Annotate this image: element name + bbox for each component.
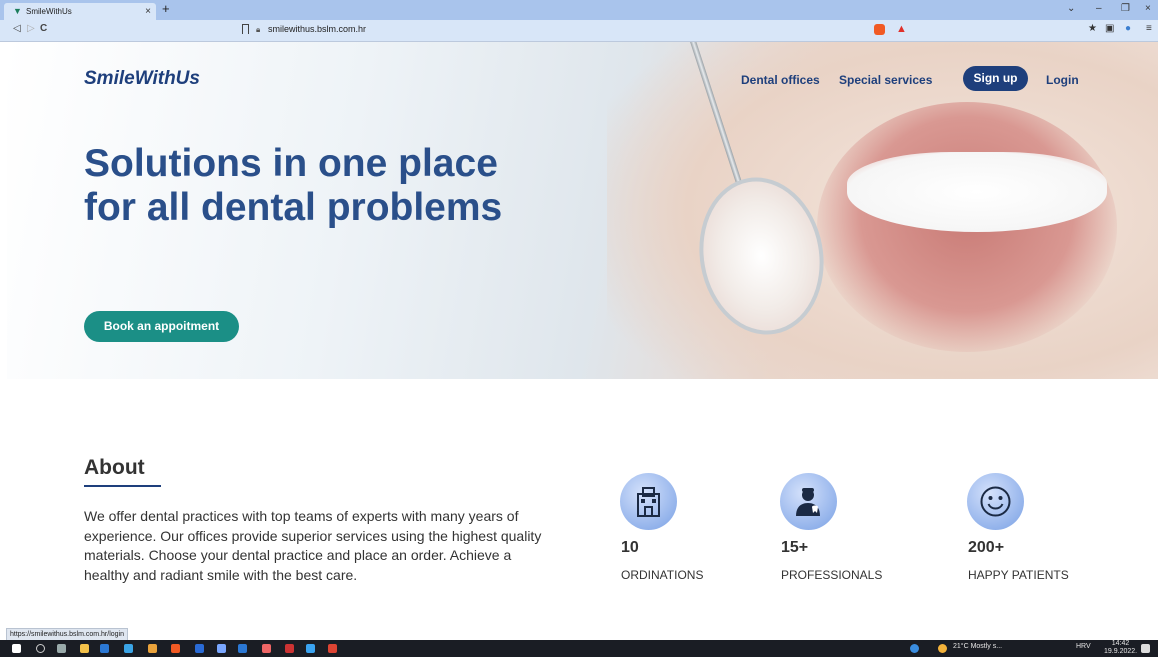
brand-logo[interactable]: SmileWithUs bbox=[84, 68, 200, 90]
pin-icon[interactable]: ★ bbox=[1088, 23, 1097, 34]
clock-date: 19.9.2022. bbox=[1104, 648, 1138, 655]
weather-icon[interactable] bbox=[938, 644, 947, 653]
outlook-icon[interactable] bbox=[100, 644, 109, 653]
window-minimize-button[interactable]: – bbox=[1096, 3, 1102, 14]
forward-button[interactable]: ▷ bbox=[27, 23, 35, 34]
discord-icon[interactable] bbox=[217, 644, 226, 653]
chrome-icon[interactable] bbox=[148, 644, 157, 653]
smiley-icon bbox=[967, 473, 1024, 530]
stat-professionals-label: PROFESSIONALS bbox=[781, 568, 883, 582]
tab-close-icon[interactable]: × bbox=[145, 3, 151, 20]
file-explorer-icon[interactable] bbox=[80, 644, 89, 653]
about-text: We offer dental practices with top teams… bbox=[84, 508, 542, 583]
hero-section: SmileWithUs Dental offices Special servi… bbox=[7, 42, 1158, 379]
dentist-icon bbox=[780, 473, 837, 530]
login-link[interactable]: Login bbox=[1046, 73, 1079, 87]
stat-professionals-value: 15+ bbox=[781, 539, 809, 556]
nav-special-services[interactable]: Special services bbox=[839, 73, 932, 87]
about-underline bbox=[84, 485, 161, 487]
window-close-button[interactable]: × bbox=[1145, 3, 1151, 14]
stat-ordinations-label: ORDINATIONS bbox=[621, 568, 704, 582]
windows-start-icon[interactable] bbox=[12, 644, 21, 653]
back-button[interactable]: ◁ bbox=[13, 23, 21, 34]
tab-title: SmileWithUs bbox=[26, 7, 72, 16]
hero-teeth-image bbox=[847, 152, 1107, 232]
lock-icon[interactable]: 🔒︎ bbox=[256, 25, 260, 35]
book-appointment-button[interactable]: Book an appoitment bbox=[84, 311, 239, 342]
sign-up-button[interactable]: Sign up bbox=[963, 66, 1028, 91]
brave-taskbar-icon[interactable] bbox=[171, 644, 180, 653]
profile-globe-icon[interactable]: ● bbox=[1125, 23, 1131, 34]
vscode-icon[interactable] bbox=[306, 644, 315, 653]
rewards-triangle-icon[interactable]: ▲ bbox=[896, 23, 907, 35]
browser-tab[interactable]: ▼ SmileWithUs × bbox=[4, 3, 156, 20]
windows-taskbar: 21°C Mostly s... HRV 14:42 19.9.2022. bbox=[0, 640, 1158, 657]
menu-icon[interactable]: ≡ bbox=[1146, 23, 1152, 34]
browser-tab-bar: ▼ SmileWithUs × + ⌄ – ❐ × bbox=[0, 0, 1158, 20]
clock-time: 14:42 bbox=[1111, 640, 1130, 647]
clock[interactable]: 14:42 19.9.2022. bbox=[1104, 640, 1137, 656]
word-icon[interactable] bbox=[195, 644, 204, 653]
stat-happy-patients-value: 200+ bbox=[968, 539, 1005, 556]
brave-shield-icon[interactable] bbox=[874, 24, 885, 35]
app-icon[interactable] bbox=[262, 644, 271, 653]
reload-button[interactable]: C bbox=[40, 23, 47, 34]
browser-toolbar: ◁ ▷ C 🔒︎ smilewithus.bslm.com.hr ▲ ★ ▣ ●… bbox=[0, 20, 1158, 42]
search-icon[interactable] bbox=[36, 644, 45, 653]
window-restore-button[interactable]: ❐ bbox=[1121, 3, 1130, 14]
hospital-icon bbox=[620, 473, 677, 530]
app-icon[interactable] bbox=[238, 644, 247, 653]
bookmark-icon[interactable] bbox=[242, 24, 249, 34]
task-view-icon[interactable] bbox=[57, 644, 66, 653]
about-heading: About bbox=[84, 456, 145, 479]
keyboard-language[interactable]: HRV bbox=[1076, 643, 1091, 650]
store-icon[interactable] bbox=[124, 644, 133, 653]
stat-ordinations-value: 10 bbox=[621, 539, 639, 556]
teams-chat-icon[interactable] bbox=[910, 644, 919, 653]
address-bar[interactable]: smilewithus.bslm.com.hr bbox=[268, 24, 366, 34]
acrobat-icon[interactable] bbox=[328, 644, 337, 653]
tab-menu-chevron-icon[interactable]: ⌄ bbox=[1067, 3, 1075, 14]
nav-dental-offices[interactable]: Dental offices bbox=[741, 73, 820, 87]
wallet-icon[interactable]: ▣ bbox=[1105, 23, 1114, 34]
notifications-icon[interactable] bbox=[1141, 644, 1150, 653]
app-icon[interactable] bbox=[285, 644, 294, 653]
hero-title: Solutions in one place for all dental pr… bbox=[84, 142, 503, 229]
stat-happy-patients-label: HAPPY PATIENTS bbox=[968, 568, 1069, 582]
weather-text[interactable]: 21°C Mostly s... bbox=[953, 643, 1002, 650]
site-favicon-icon: ▼ bbox=[13, 6, 22, 16]
new-tab-button[interactable]: + bbox=[162, 1, 170, 16]
